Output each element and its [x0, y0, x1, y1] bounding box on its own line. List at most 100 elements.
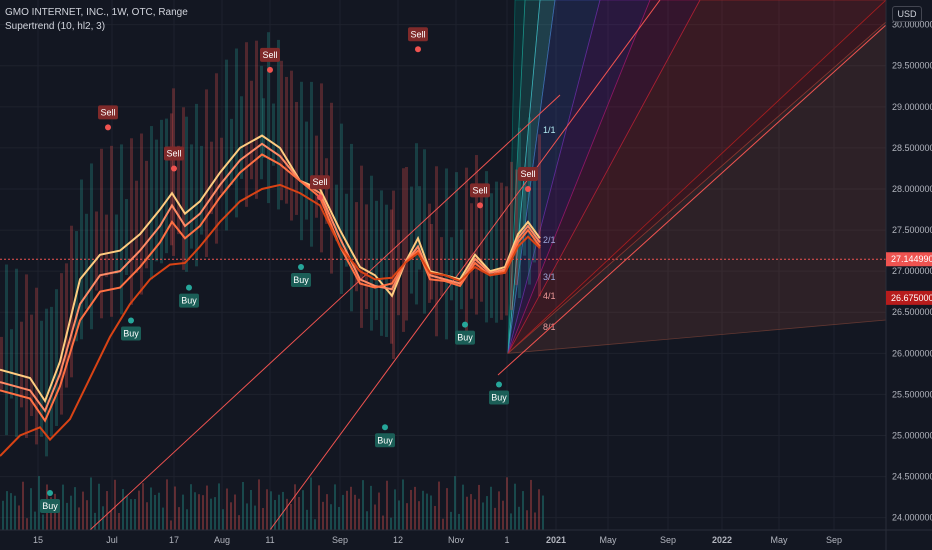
time-tick-label: Nov: [448, 535, 465, 545]
volume-bar: [118, 512, 120, 530]
volume-bar: [22, 481, 24, 530]
volume-bar: [330, 504, 332, 530]
volume-bar: [130, 499, 132, 530]
sell-marker: [477, 202, 483, 209]
range-bar: [430, 223, 433, 300]
price-tick-label: 26.000000: [892, 348, 932, 358]
volume-bar: [438, 481, 440, 530]
range-bar: [110, 145, 113, 317]
volume-bar: [222, 509, 224, 530]
volume-bar: [370, 485, 372, 530]
time-tick-label: Jul: [106, 535, 118, 545]
volume-bar: [514, 483, 516, 530]
volume-bar: [262, 507, 264, 530]
range-bar: [523, 181, 526, 256]
time-tick-label: Aug: [214, 535, 230, 545]
volume-bar: [310, 477, 312, 530]
range-bar: [20, 321, 23, 408]
volume-bar: [302, 490, 304, 530]
time-axis[interactable]: 15 Jul 17 Aug 11 Sep 12 Nov 1 2021 May Sep 2022 May Se…: [0, 529, 932, 545]
volume-bar: [278, 494, 280, 530]
volume-bar: [418, 501, 420, 530]
buy-label: Buy: [181, 296, 197, 306]
range-bar: [130, 138, 133, 305]
range-bar: [465, 167, 468, 334]
time-tick-label: 17: [169, 535, 179, 545]
volume-bar: [522, 491, 524, 530]
range-bar: [410, 186, 413, 294]
price-tick-label: 29.000000: [892, 102, 932, 112]
volume-bar: [410, 489, 412, 530]
volume-bar: [146, 502, 148, 530]
price-chart[interactable]: 1/1 2/1 3/1 4/1 8/1 Buy Buy Buy Buy Buy Buy Buy Sel…: [0, 0, 932, 550]
range-bar: [423, 149, 426, 314]
range-bar: [25, 274, 28, 438]
volume-bar: [510, 513, 512, 530]
buy-label: Buy: [123, 328, 139, 338]
buy-marker: [128, 317, 134, 324]
price-axis[interactable]: 24.000000 24.500000 25.000000 25.500000 26.0…: [885, 0, 932, 550]
volume-bar: [346, 490, 348, 530]
range-bar: [350, 143, 353, 312]
range-bar: [340, 123, 343, 294]
volume-bar: [158, 492, 160, 530]
volume-bar: [242, 482, 244, 530]
volume-bar: [366, 511, 368, 530]
buy-label: Buy: [491, 393, 507, 403]
volume-bar: [450, 511, 452, 530]
volume-bar: [382, 515, 384, 530]
currency-badge[interactable]: USD: [892, 6, 922, 22]
range-bar: [205, 89, 208, 257]
volume-bar: [478, 484, 480, 530]
range-bar: [145, 160, 148, 269]
sell-label: Sell: [262, 50, 277, 60]
volume-bar: [426, 493, 428, 530]
range-bar: [10, 329, 13, 399]
indicator-label[interactable]: Supertrend (10, hl2, 3): [5, 20, 188, 34]
price-tick-label: 28.500000: [892, 143, 932, 153]
price-tick-label: 26.500000: [892, 307, 932, 317]
volume-bar: [110, 510, 112, 530]
range-bar: [402, 168, 405, 332]
volume-bar: [270, 491, 272, 530]
range-bar: [182, 107, 185, 270]
range-bar: [365, 204, 368, 310]
volume-bar: [314, 519, 316, 530]
volume-bar: [398, 500, 400, 530]
volume-bar: [358, 498, 360, 530]
sell-label: Sell: [100, 107, 115, 117]
volume-bar: [238, 515, 240, 530]
volume-bar: [506, 477, 508, 530]
volume-bar: [266, 489, 268, 530]
volume-bar: [186, 509, 188, 530]
symbol-title[interactable]: GMO INTERNET, INC., 1W, OTC, Range: [5, 6, 188, 20]
volume-bar: [454, 476, 456, 530]
sell-label: Sell: [472, 185, 487, 195]
sell-label: Sell: [312, 177, 327, 187]
volume-bar: [94, 512, 96, 530]
volume-bar: [178, 507, 180, 530]
volume-bar: [518, 506, 520, 530]
buy-marker: [298, 264, 304, 271]
range-bar: [490, 193, 493, 318]
volume-bar: [214, 497, 216, 530]
volume-bar: [150, 487, 152, 530]
volume-bar: [78, 507, 80, 530]
price-tick-label: 24.000000: [892, 513, 932, 523]
volume-bar: [250, 489, 252, 530]
range-bar: [505, 186, 508, 316]
range-bar: [255, 40, 258, 199]
time-tick-label: 12: [393, 535, 403, 545]
range-bar: [360, 165, 363, 328]
volume-bar: [26, 518, 28, 530]
volume-bar: [490, 486, 492, 530]
volume-bar: [30, 488, 32, 530]
volume-bar: [122, 489, 124, 530]
sell-label: Sell: [520, 169, 535, 179]
volume-bar: [70, 495, 72, 530]
signal-markers[interactable]: Buy Buy Buy Buy Buy Buy Buy Sell Sell Sell Sell Sel…: [40, 27, 538, 514]
fan-label: 3/1: [543, 272, 556, 282]
range-bar: [172, 88, 175, 256]
range-bar: [115, 214, 118, 274]
range-bar: [210, 141, 213, 215]
